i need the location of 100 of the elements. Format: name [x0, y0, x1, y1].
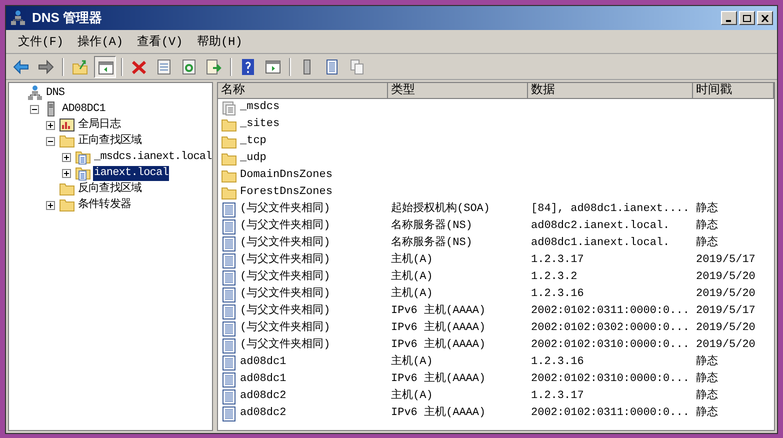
table-cell: 2019/5/17: [696, 305, 756, 318]
expand-icon[interactable]: [62, 168, 70, 178]
folder-icon: [221, 134, 237, 150]
tree-item[interactable]: ianext.local: [93, 166, 170, 180]
table-cell: 名称服务器(NS): [391, 220, 472, 232]
table-cell: 主机(A): [391, 390, 433, 402]
table-cell: [84], ad08dc1.ianext....: [531, 203, 690, 216]
record-icon: [221, 338, 237, 354]
table-cell: ad08dc2.ianext.local.: [531, 220, 670, 232]
tree-item[interactable]: 条件转发器: [77, 198, 132, 212]
column-header[interactable]: 名称: [218, 83, 388, 99]
zone-folder-icon: [75, 149, 91, 165]
table-cell: 2019/5/20: [696, 271, 756, 284]
column-header[interactable]: 类型: [388, 83, 528, 99]
table-cell: 2002:0102:0302:0000:0...: [531, 322, 690, 334]
table-cell: 静态: [696, 203, 718, 216]
table-cell: 1.2.3.2: [531, 271, 578, 284]
app-icon: [10, 10, 26, 26]
table-cell: 起始授权机构(SOA): [391, 203, 490, 216]
table-cell: 静态: [696, 373, 718, 386]
expand-icon[interactable]: [46, 120, 54, 130]
collapse-icon[interactable]: [46, 136, 54, 146]
table-cell-text: ad08dc2: [240, 406, 286, 422]
maximize-icon[interactable]: [739, 11, 755, 25]
menu-item[interactable]: 文件(F): [12, 32, 70, 50]
network-icon: [27, 85, 43, 101]
record-icon: [221, 372, 237, 388]
table-cell: 2019/5/20: [696, 322, 756, 334]
record-icon: [221, 218, 237, 234]
table-cell: 主机(A): [391, 356, 433, 368]
folder-icon: [59, 133, 75, 149]
expand-icon[interactable]: [62, 152, 70, 162]
record-icon: [221, 388, 237, 404]
menu-item[interactable]: 查看(V): [131, 32, 189, 50]
record-icon: [221, 236, 237, 252]
table-cell-text: (与父文件夹相同): [240, 235, 330, 252]
table-cell: 2019/5/20: [696, 339, 756, 352]
table-cell: 静态: [696, 390, 718, 402]
tree-item[interactable]: 正向查找区域: [77, 134, 143, 148]
table-cell: 静态: [696, 356, 718, 368]
folder-icon: [221, 184, 237, 200]
zone-folder-icon: [75, 165, 91, 181]
table-cell: 2002:0102:0310:0000:0...: [531, 373, 690, 386]
tree-item[interactable]: DNS: [45, 86, 66, 100]
table-cell-text: ForestDnsZones: [240, 185, 332, 200]
tree-item[interactable]: _msdcs.ianext.local: [93, 150, 212, 164]
record-icon: [221, 252, 237, 268]
record-icon: [221, 202, 237, 218]
table-cell: 静态: [696, 237, 718, 250]
table-cell-text: (与父文件夹相同): [240, 320, 330, 336]
table-cell-text: _sites: [240, 117, 280, 132]
record-icon: [221, 286, 237, 302]
menu-item[interactable]: 操作(A): [72, 32, 130, 50]
folder-icon: [221, 168, 237, 184]
collapse-icon[interactable]: [30, 104, 38, 114]
table-cell: IPv6 主机(AAAA): [391, 339, 486, 352]
table-cell: 主机(A): [391, 288, 433, 300]
log-icon: [59, 117, 75, 133]
tree-item[interactable]: 反向查找区域: [77, 182, 143, 196]
table-cell: 1.2.3.16: [531, 356, 584, 368]
table-cell: IPv6 主机(AAAA): [391, 322, 486, 334]
expand-icon[interactable]: [46, 200, 54, 210]
tree-item[interactable]: 全局日志: [77, 118, 122, 132]
folder-icon: [59, 197, 75, 213]
close-icon[interactable]: [757, 11, 773, 25]
table-cell-text: ad08dc1: [240, 355, 286, 370]
table-cell: 2019/5/20: [696, 288, 756, 300]
table-cell: 1.2.3.17: [531, 390, 584, 402]
tree-pane-icon[interactable]: [94, 56, 116, 78]
table-cell-text: _msdcs: [240, 100, 280, 116]
tree-item[interactable]: AD08DC1: [61, 102, 106, 116]
table-cell: ad08dc1.ianext.local.: [531, 237, 670, 250]
table-cell-text: _tcp: [240, 134, 266, 150]
table-cell-text: _udp: [240, 151, 266, 166]
column-header[interactable]: 时间戳: [693, 83, 774, 99]
column-header[interactable]: 数据: [528, 83, 693, 99]
minimize-icon[interactable]: [721, 11, 737, 25]
table-cell-text: (与父文件夹相同): [240, 201, 330, 218]
table-cell: 2019/5/17: [696, 254, 756, 266]
table-cell-text: ad08dc2: [240, 389, 286, 404]
window-title: DNS 管理器: [32, 9, 102, 28]
table-cell: 名称服务器(NS): [391, 237, 472, 250]
table-cell: IPv6 主机(AAAA): [391, 305, 486, 318]
table-cell-text: (与父文件夹相同): [240, 252, 330, 268]
menu-item[interactable]: 帮助(H): [190, 32, 248, 50]
table-cell: 静态: [696, 220, 718, 232]
table-cell-text: (与父文件夹相同): [240, 303, 330, 320]
table-cell-text: (与父文件夹相同): [240, 269, 330, 286]
folder-icon: [59, 181, 75, 197]
record-icon: [221, 270, 237, 286]
table-cell: IPv6 主机(AAAA): [391, 373, 486, 386]
record-icon: [221, 320, 237, 336]
table-cell: IPv6 主机(AAAA): [391, 407, 486, 420]
table-cell: 主机(A): [391, 271, 433, 284]
table-cell: 2002:0102:0311:0000:0...: [531, 305, 690, 318]
table-cell-text: (与父文件夹相同): [240, 286, 330, 302]
zone-icon: [221, 100, 237, 116]
table-cell-text: ad08dc1: [240, 372, 286, 388]
table-cell: 1.2.3.16: [531, 288, 584, 300]
table-cell: 主机(A): [391, 254, 433, 266]
